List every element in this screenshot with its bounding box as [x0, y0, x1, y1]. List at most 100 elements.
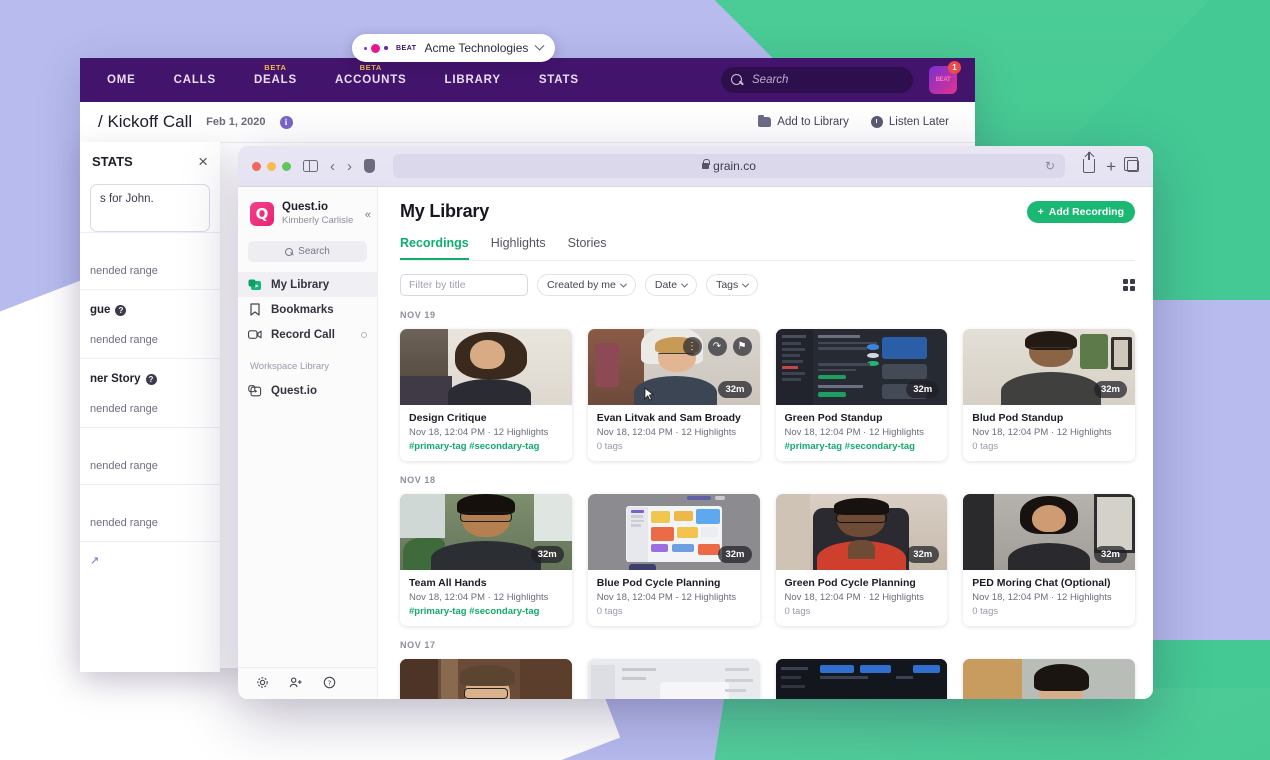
external-link-icon[interactable]: ↗: [90, 555, 99, 567]
nav-item-calls[interactable]: CALLS: [155, 74, 235, 86]
listen-later-button[interactable]: Listen Later: [870, 116, 949, 128]
sidebar-label-quest-io: Quest.io: [271, 384, 318, 397]
gear-icon[interactable]: [256, 676, 269, 692]
stats-row: nended range: [80, 232, 220, 289]
stats-external-row: ↗: [80, 541, 220, 581]
privacy-shield-icon[interactable]: [364, 159, 375, 173]
tab-highlights[interactable]: Highlights: [491, 236, 546, 260]
beat-search-input[interactable]: Search: [721, 67, 913, 93]
stats-row-label-text: gue: [90, 304, 111, 316]
card-tags: 0 tags: [972, 441, 999, 452]
quest-logo-icon: Q: [250, 202, 274, 227]
org-name: Acme Technologies: [424, 41, 529, 55]
sidebar-item-quest-io[interactable]: Quest.io: [238, 378, 377, 403]
traffic-lights[interactable]: [252, 161, 291, 171]
filter-title-input[interactable]: Filter by title: [400, 274, 528, 296]
nav-item-accounts[interactable]: BETA ACCOUNTS: [316, 63, 426, 86]
card-thumbnail[interactable]: [963, 659, 1135, 699]
nav-label-accounts: ACCOUNTS: [334, 74, 407, 86]
avatar[interactable]: BEAT 1: [929, 61, 961, 94]
recording-card[interactable]: [963, 659, 1135, 699]
filter-created-by[interactable]: Created by me: [537, 274, 636, 296]
card-body: Green Pod Standup Nov 18, 12:04 PM · 12 …: [776, 405, 948, 461]
sidebar-search-button[interactable]: Search: [248, 241, 367, 263]
back-icon[interactable]: ‹: [330, 159, 335, 174]
nav-item-library[interactable]: LIBRARY: [426, 74, 520, 86]
nav-item-home[interactable]: OME: [88, 74, 155, 86]
recording-card[interactable]: ⋮ ↷ ⚑ 32m Evan Litvak and Sam Broady Nov…: [587, 329, 760, 461]
filter-date[interactable]: Date: [644, 274, 698, 296]
recording-card[interactable]: [775, 659, 948, 699]
sidebar-item-my-library[interactable]: My Library: [238, 272, 377, 298]
address-bar[interactable]: grain.co ↻: [393, 154, 1066, 178]
card-duration: 32m: [530, 546, 564, 563]
card-thumbnail[interactable]: 32m: [775, 494, 948, 570]
add-to-library-button[interactable]: Add to Library: [758, 114, 849, 128]
card-thumbnail[interactable]: 32m: [775, 329, 948, 405]
beat-breadcrumb-bar: / Kickoff Call Feb 1, 2020 i Add to Libr…: [80, 102, 975, 143]
card-thumbnail[interactable]: 32m: [963, 494, 1135, 570]
help-icon[interactable]: ?: [145, 373, 157, 385]
share-icon[interactable]: [1083, 152, 1096, 173]
card-thumbnail[interactable]: [400, 659, 572, 699]
chevron-down-icon: [619, 280, 627, 288]
help-icon[interactable]: ?: [115, 304, 127, 316]
recording-card[interactable]: 32m Blud Pod Standup Nov 18, 12:04 PM · …: [963, 329, 1135, 461]
beat-logo-text: BEAT: [396, 44, 417, 52]
card-thumbnail[interactable]: ⋮ ↷ ⚑ 32m: [587, 329, 760, 405]
recording-card[interactable]: 32m Green Pod Cycle Planning Nov 18, 12:…: [775, 494, 948, 626]
org-selector-pill[interactable]: BEAT Acme Technologies: [352, 34, 556, 62]
card-thumbnail[interactable]: 32m: [400, 494, 572, 570]
lock-icon: [702, 159, 710, 169]
sidebar-item-bookmarks[interactable]: Bookmarks: [238, 297, 377, 322]
card-tags: #primary-tag #secondary-tag: [784, 441, 915, 452]
bookmark-icon[interactable]: ⚑: [732, 337, 752, 356]
workspace-user: Kimberly Carlisle: [282, 214, 354, 226]
add-person-icon[interactable]: [289, 676, 303, 692]
recording-card[interactable]: [587, 659, 760, 699]
new-tab-icon[interactable]: +: [1106, 158, 1116, 175]
workspace-icon: [248, 384, 262, 397]
filter-tags[interactable]: Tags: [706, 274, 759, 296]
recording-card[interactable]: 32m Blue Pod Cycle Planning Nov 18, 12:0…: [587, 494, 760, 626]
collapse-sidebar-icon[interactable]: «: [365, 209, 371, 221]
info-icon[interactable]: i: [279, 115, 293, 129]
sidebar-search-label: Search: [298, 246, 330, 258]
sidebar-toggle-icon[interactable]: [303, 159, 318, 172]
share-icon[interactable]: ↷: [707, 337, 727, 356]
close-icon[interactable]: ×: [198, 153, 208, 170]
recording-card[interactable]: 32m Team All Hands Nov 18, 12:04 PM · 12…: [400, 494, 572, 626]
nav-label-library: LIBRARY: [444, 74, 501, 86]
recording-card[interactable]: 32m Green Pod Standup Nov 18, 12:04 PM ·…: [775, 329, 948, 461]
card-thumbnail[interactable]: 32m: [963, 329, 1135, 405]
card-thumbnail[interactable]: [587, 659, 760, 699]
stats-row: nended range: [80, 427, 220, 484]
content-tabs: Recordings Highlights Stories: [400, 236, 1135, 261]
recording-card[interactable]: [400, 659, 572, 699]
card-thumbnail[interactable]: 32m: [587, 494, 760, 570]
card-duration: 32m: [906, 381, 940, 398]
forward-icon[interactable]: ›: [347, 159, 352, 174]
sidebar-item-record-call[interactable]: Record Call: [238, 322, 377, 347]
card-thumbnail[interactable]: [775, 659, 948, 699]
reload-icon[interactable]: ↻: [1045, 159, 1055, 173]
more-icon[interactable]: ⋮: [682, 337, 702, 356]
recording-card[interactable]: 32m PED Moring Chat (Optional) Nov 18, 1…: [963, 494, 1135, 626]
recording-card[interactable]: Design Critique Nov 18, 12:04 PM · 12 Hi…: [400, 329, 572, 461]
stats-panel: STATS × s for John. nended range gue? ne…: [80, 142, 220, 672]
tab-stories[interactable]: Stories: [568, 236, 607, 260]
stats-panel-title: STATS: [92, 153, 133, 169]
card-hover-actions[interactable]: ⋮ ↷ ⚑: [682, 337, 752, 356]
workspace-header[interactable]: Q Quest.io Kimberly Carlisle: [238, 187, 377, 235]
stats-row: gue? nended range: [80, 289, 220, 358]
day-group: NOV 17: [400, 640, 1135, 699]
add-recording-button[interactable]: + Add Recording: [1026, 201, 1135, 223]
nav-item-deals[interactable]: BETA DEALS: [235, 63, 316, 86]
nav-item-stats[interactable]: STATS: [520, 74, 598, 86]
tab-overview-icon[interactable]: [1124, 157, 1139, 172]
tab-recordings[interactable]: Recordings: [400, 236, 469, 260]
card-thumbnail[interactable]: [400, 329, 572, 405]
card-tags: 0 tags: [784, 606, 811, 617]
help-icon[interactable]: ?: [323, 676, 336, 692]
grid-view-icon[interactable]: [1122, 278, 1135, 292]
